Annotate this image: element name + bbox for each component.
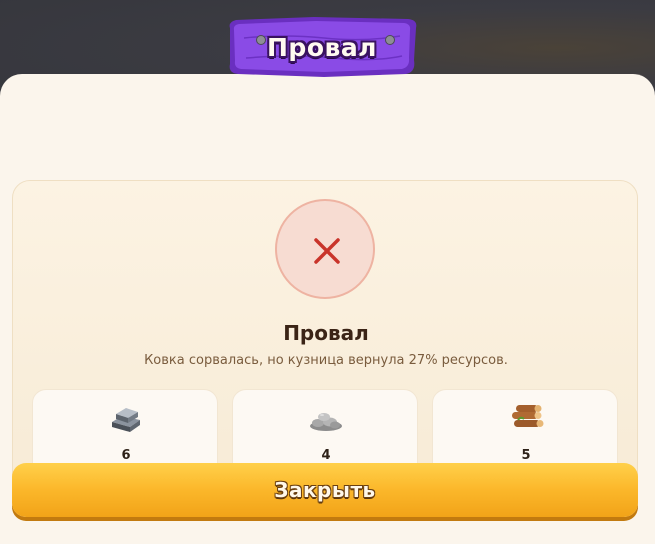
result-card: Провал Ковка сорвалась, но кузница верну…: [12, 180, 638, 495]
resource-count: 6: [121, 448, 131, 463]
stone-icon: [310, 413, 342, 431]
iron-ingot-icon: [112, 408, 140, 432]
close-button[interactable]: Закрыть: [12, 463, 638, 517]
close-icon: [314, 238, 340, 264]
result-message: Ковка сорвалась, но кузница вернула 27% …: [144, 353, 508, 368]
banner-title: Провал: [267, 32, 377, 62]
title-banner: Провал: [224, 14, 420, 80]
fail-status-circle: [275, 199, 375, 299]
result-title: Провал: [283, 321, 369, 345]
wood-logs-icon: [512, 405, 544, 427]
resource-count: 5: [521, 448, 531, 463]
resource-count: 4: [321, 448, 331, 463]
close-button-label: Закрыть: [274, 478, 376, 502]
